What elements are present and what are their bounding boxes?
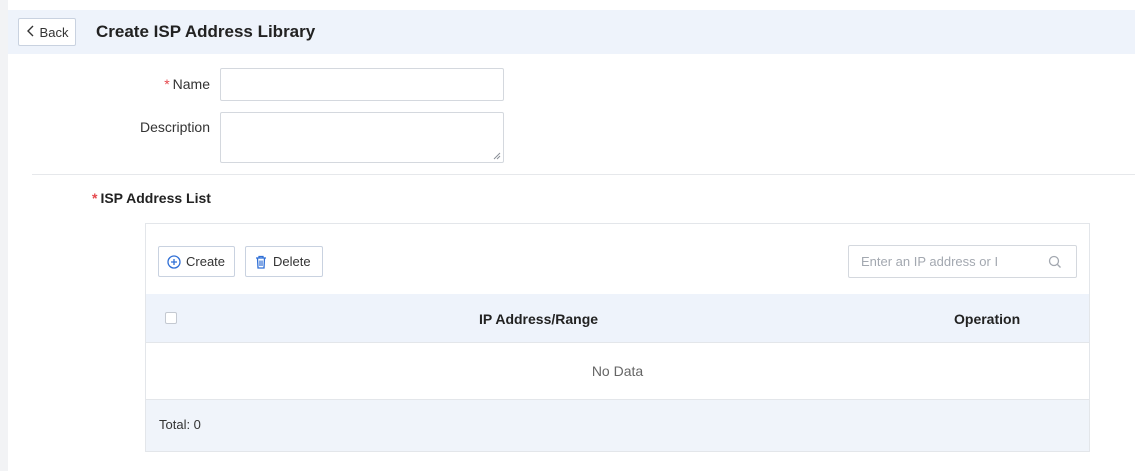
select-all-checkbox[interactable] — [165, 312, 177, 324]
isp-address-list-title: * ISP Address List — [92, 190, 211, 206]
ip-search-input[interactable] — [859, 253, 1043, 270]
description-label: Description — [139, 119, 210, 135]
section-divider — [32, 174, 1135, 175]
column-header-operation: Operation — [954, 311, 1021, 327]
delete-label: Delete — [273, 254, 311, 269]
name-input[interactable] — [220, 68, 504, 101]
ip-search-box[interactable] — [848, 245, 1077, 278]
trash-icon — [256, 255, 266, 269]
table-header: IP Address/Range Operation — [146, 294, 1089, 343]
table-footer: Total: 0 — [146, 400, 1089, 451]
page-header: Back Create ISP Address Library — [8, 10, 1135, 54]
search-icon[interactable] — [1048, 255, 1062, 269]
delete-button[interactable]: Delete — [245, 246, 323, 277]
create-button[interactable]: Create — [158, 246, 235, 277]
isp-address-panel: Create Delete IP Address/Range Operation… — [145, 223, 1090, 452]
left-edge-strip — [0, 0, 8, 471]
back-label: Back — [39, 24, 69, 40]
page-title: Create ISP Address Library — [96, 22, 316, 41]
required-mark: * — [164, 76, 170, 92]
column-header-ip: IP Address/Range — [479, 311, 599, 327]
name-label: * Name — [164, 76, 210, 92]
chevron-left-icon — [26, 25, 36, 39]
total-count: Total: 0 — [159, 417, 201, 432]
empty-state-text: No Data — [146, 343, 1089, 400]
plus-circle-icon — [167, 254, 181, 269]
create-label: Create — [186, 254, 226, 269]
description-textarea[interactable] — [220, 112, 504, 163]
resize-handle-icon[interactable] — [493, 152, 501, 160]
back-button[interactable]: Back — [18, 18, 76, 46]
